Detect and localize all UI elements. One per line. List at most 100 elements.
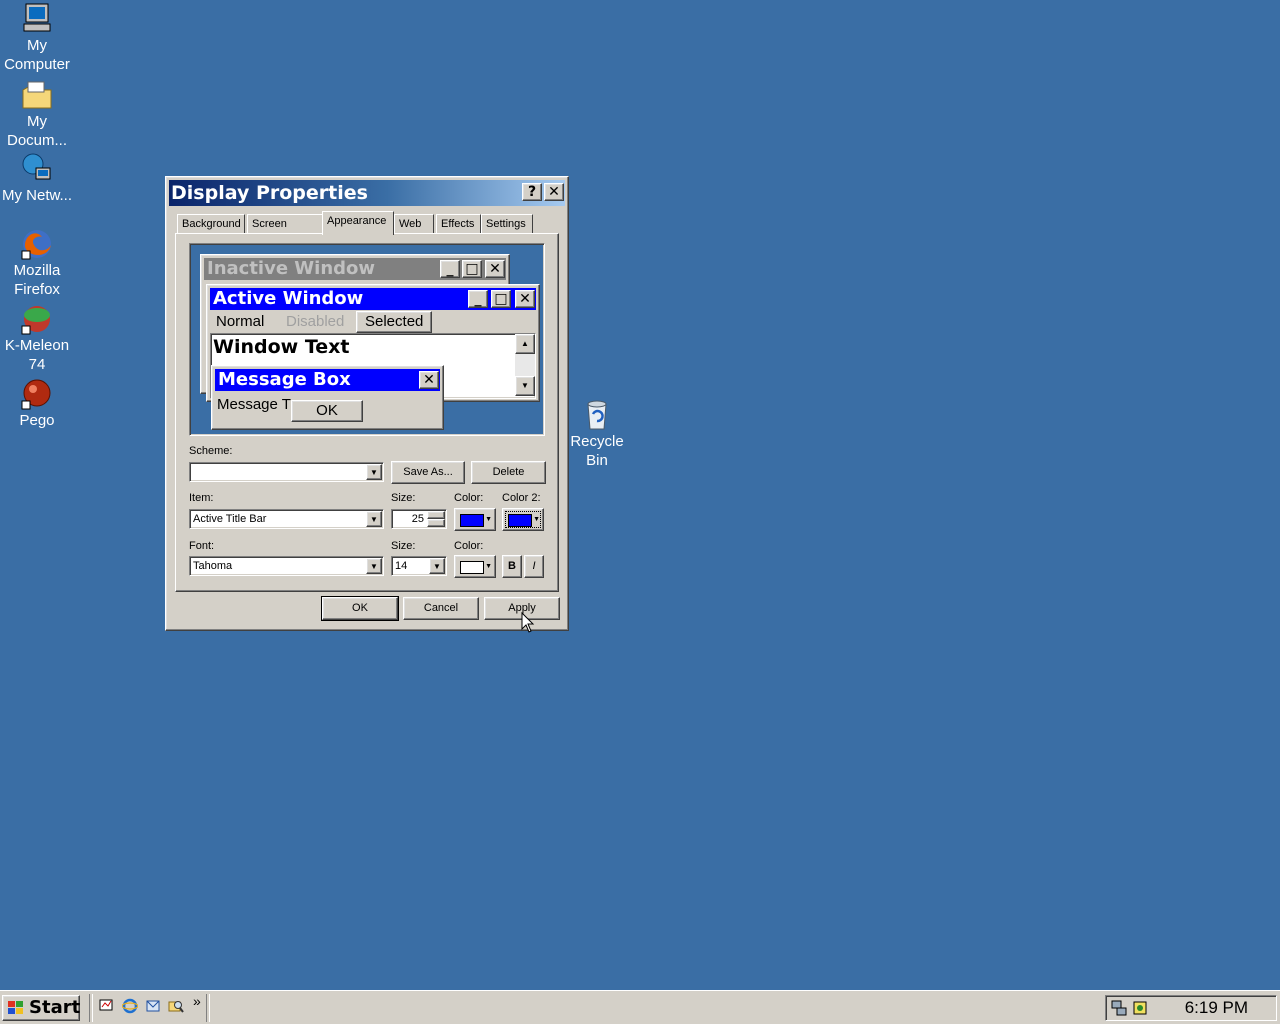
my-documents-icon [22, 81, 52, 109]
tab-settings[interactable]: Settings [481, 214, 533, 234]
preview-active-title: Active Window [213, 288, 364, 309]
spin-up-icon[interactable] [427, 511, 445, 519]
desktop-icon-label: Recycle Bin [570, 433, 624, 469]
desktop-icon-network[interactable]: My Netw... [0, 152, 74, 205]
tab-background[interactable]: Background [177, 214, 245, 234]
chevron-down-icon[interactable]: ▼ [429, 558, 445, 574]
chevron-down-icon[interactable]: ▼ [366, 558, 382, 574]
close-icon: ✕ [485, 260, 505, 278]
font-color-label: Color: [454, 540, 484, 552]
desktop-icon-pego[interactable]: Pego [0, 377, 74, 430]
dialog-title-bar[interactable]: Display Properties ? ✕ [169, 180, 565, 206]
desktop-icon-k-meleon[interactable]: K-Meleon 74 [0, 302, 74, 374]
scheme-dropdown[interactable]: ▼ [189, 462, 384, 482]
firefox-icon [21, 230, 51, 260]
start-button[interactable]: Start [2, 995, 80, 1021]
security-tray-icon[interactable] [1132, 999, 1150, 1017]
preview-message-box: Message Box ✕ Message T OK [211, 365, 444, 430]
italic-button[interactable]: I [524, 555, 544, 578]
font-value: Tahoma [193, 560, 233, 572]
spin-down-icon[interactable] [427, 519, 445, 527]
desktop-icon-label: My Computer [4, 37, 70, 73]
item-color-picker[interactable]: ▼ [454, 508, 496, 531]
quicklaunch-more-button[interactable]: » [193, 993, 201, 1009]
start-label: Start [29, 997, 81, 1018]
chevron-down-icon: ▼ [533, 516, 540, 523]
outlook-icon[interactable] [145, 998, 161, 1014]
item-value: Active Title Bar [193, 513, 267, 525]
close-icon: ✕ [419, 371, 439, 389]
tab-effects[interactable]: Effects [436, 214, 481, 234]
mouse-cursor-icon [521, 612, 535, 633]
clock[interactable]: 6:19 PM [1185, 996, 1248, 1020]
chevron-down-icon[interactable]: ▼ [366, 511, 382, 527]
taskbar: Start » 6:19 PM [0, 990, 1280, 1024]
scheme-label: Scheme: [189, 445, 233, 457]
item-size-value: 25 [411, 513, 424, 525]
tab-appearance[interactable]: Appearance [322, 211, 394, 235]
desktop-icon-my-computer[interactable]: My Computer [0, 2, 74, 74]
scroll-down-icon: ▼ [515, 376, 535, 396]
show-desktop-icon[interactable] [99, 998, 115, 1014]
item-color-label: Color: [454, 492, 484, 504]
font-size-label: Size: [391, 540, 416, 552]
preview-inactive-title: Inactive Window [207, 258, 376, 279]
desktop-icon-label: My Netw... [1, 187, 72, 204]
desktop-icon-recycle-bin[interactable]: Recycle Bin [560, 398, 634, 470]
ok-button[interactable]: OK [321, 596, 399, 621]
cancel-button[interactable]: Cancel [403, 597, 479, 620]
tab-web[interactable]: Web [394, 214, 434, 234]
font-dropdown[interactable]: Tahoma ▼ [189, 556, 384, 576]
item-dropdown[interactable]: Active Title Bar ▼ [189, 509, 384, 529]
my-computer-icon [23, 3, 51, 32]
delete-button[interactable]: Delete [471, 461, 546, 484]
dialog-title: Display Properties [171, 182, 368, 204]
appearance-preview[interactable]: Inactive Window _ □ ✕ Active Window _ □ … [189, 243, 545, 436]
item-color2-label: Color 2: [502, 492, 541, 504]
preview-ok-button: OK [291, 400, 363, 422]
explore-icon[interactable] [168, 998, 184, 1014]
font-size-dropdown[interactable]: 14 ▼ [391, 556, 447, 576]
preview-inactive-title-bar: Inactive Window _ □ ✕ [204, 258, 506, 280]
bold-button[interactable]: B [502, 555, 522, 578]
maximize-icon: □ [491, 290, 511, 308]
system-tray: 6:19 PM [1105, 995, 1277, 1021]
tab-screen-saver[interactable]: Screen Saver [247, 214, 323, 249]
preview-menu-selected: Selected [356, 311, 433, 333]
k-meleon-icon [21, 306, 50, 335]
desktop-icon-label: K-Meleon 74 [4, 337, 70, 373]
windows-logo-icon [8, 1001, 23, 1014]
desktop-icon-label: My Docum... [6, 113, 67, 149]
item-size-spinner[interactable]: 25 [391, 509, 447, 529]
desktop-icon-my-documents[interactable]: My Docum... [0, 78, 74, 150]
chevron-down-icon: ▼ [485, 563, 492, 570]
font-color-picker[interactable]: ▼ [454, 555, 496, 578]
preview-active-title-bar: Active Window _ □ ✕ [210, 288, 536, 310]
item-color2-picker[interactable]: ▼ [502, 508, 544, 531]
desktop-icon-firefox[interactable]: Mozilla Firefox [0, 227, 74, 299]
desktop-icon-label: Pego [19, 412, 55, 429]
chevron-down-icon[interactable]: ▼ [366, 464, 382, 480]
preview-scrollbar: ▲ ▼ [515, 334, 535, 396]
color-swatch [460, 561, 484, 574]
help-icon: ? [527, 184, 537, 200]
network-tray-icon[interactable] [1110, 999, 1128, 1017]
help-button[interactable]: ? [522, 183, 542, 201]
network-icon [22, 153, 51, 180]
preview-message-text: Message T [217, 396, 291, 413]
tab-label: Background [182, 218, 241, 230]
taskbar-divider [89, 994, 93, 1022]
taskbar-divider [206, 994, 210, 1022]
close-icon: ✕ [515, 290, 535, 308]
ie-icon[interactable] [122, 998, 138, 1014]
recycle-bin-icon [587, 400, 607, 430]
close-button[interactable]: ✕ [544, 183, 564, 201]
preview-menu-normal: Normal [216, 313, 265, 330]
font-size-value: 14 [395, 560, 408, 572]
font-label: Font: [189, 540, 215, 552]
save-as-button[interactable]: Save As... [391, 461, 465, 484]
item-label: Item: [189, 492, 214, 504]
chevron-down-icon: ▼ [485, 516, 492, 523]
minimize-icon: _ [468, 290, 488, 308]
item-size-label: Size: [391, 492, 416, 504]
